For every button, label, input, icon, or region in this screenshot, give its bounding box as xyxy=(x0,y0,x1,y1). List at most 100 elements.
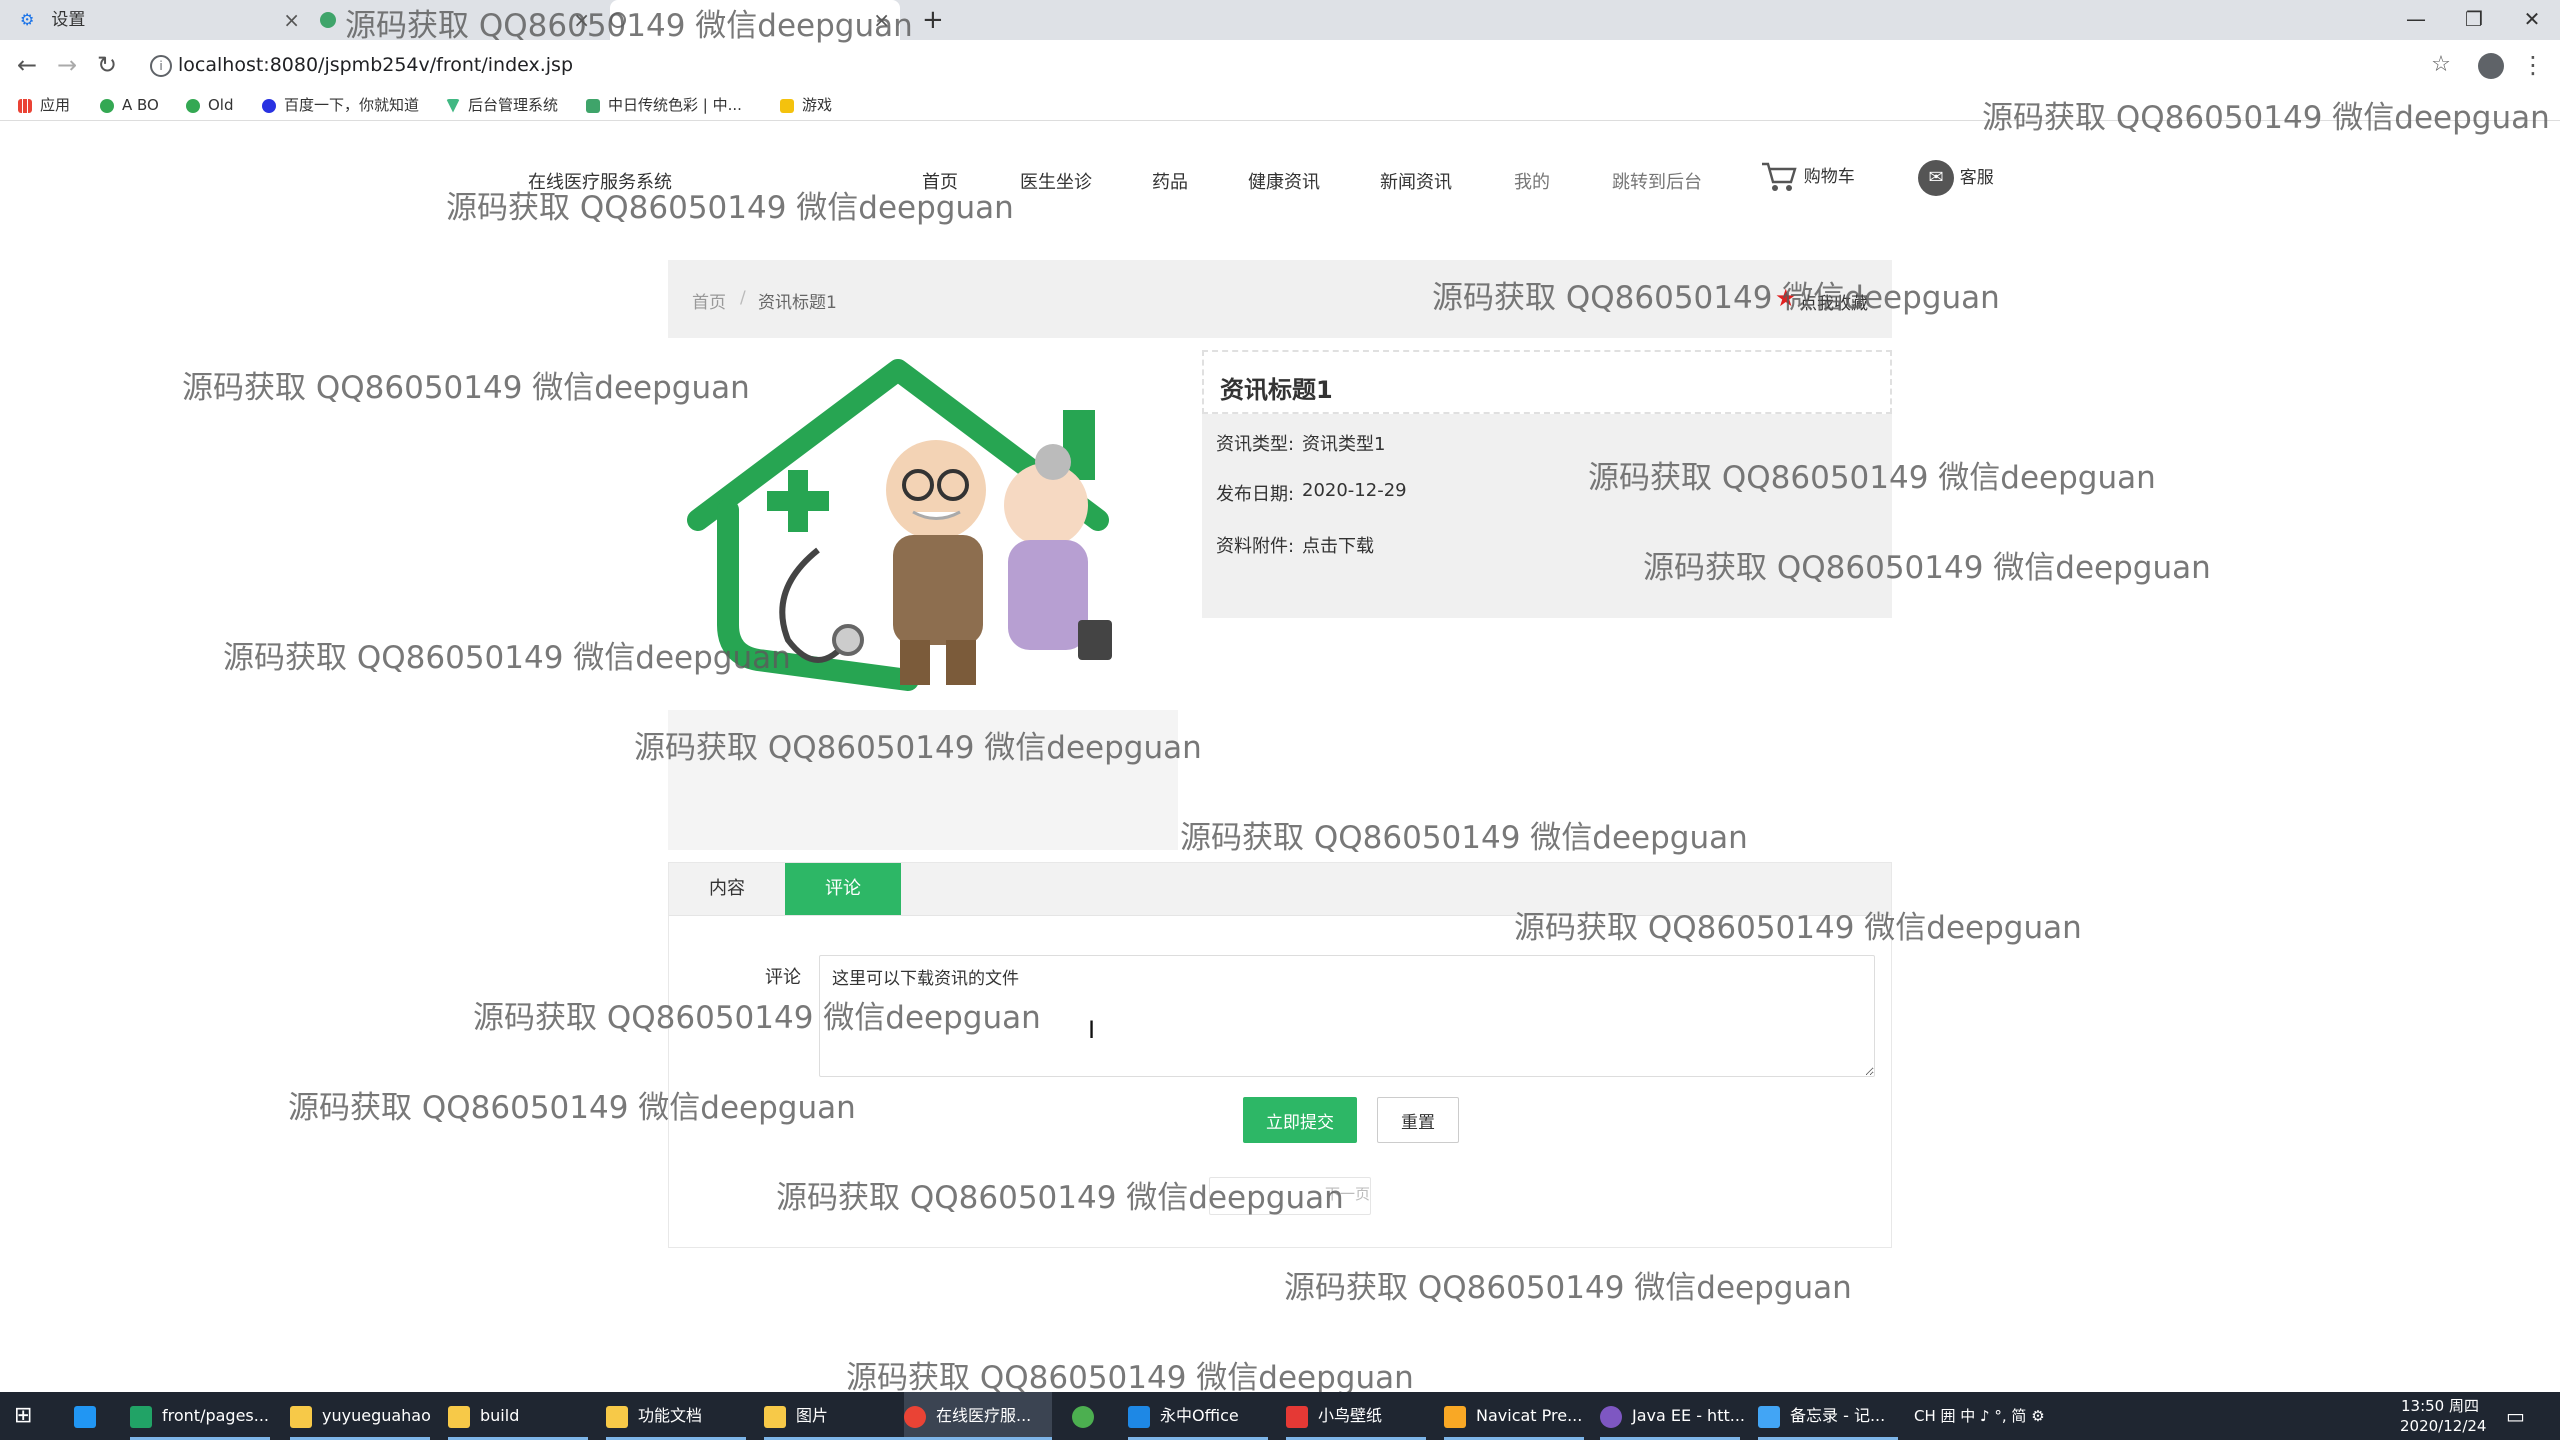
breadcrumb-home[interactable]: 首页 xyxy=(692,288,726,313)
taskbar-item[interactable] xyxy=(1072,1392,1102,1440)
taskbar-item[interactable]: yuyueguahao xyxy=(290,1392,431,1440)
leaf-icon xyxy=(186,98,200,113)
site-logo-text[interactable]: 在线医疗服务系统 xyxy=(528,168,672,194)
hbuilder-icon xyxy=(130,1405,152,1428)
taskbar-item[interactable]: 小鸟壁纸 xyxy=(1286,1392,1426,1440)
bookmark-admin[interactable]: 后台管理系统 xyxy=(446,90,558,120)
tab-content[interactable]: 内容 xyxy=(669,863,785,915)
cart-label: 购物车 xyxy=(1803,167,1855,187)
nav-medicine[interactable]: 药品 xyxy=(1152,168,1188,194)
nav-mine[interactable]: 我的 xyxy=(1514,168,1550,194)
bookmark-baidu[interactable]: 百度一下，你就知道 xyxy=(262,90,419,120)
article-image xyxy=(668,350,1178,710)
notification-icon[interactable]: ▭ xyxy=(2506,1392,2542,1440)
forward-icon[interactable]: → xyxy=(50,48,84,82)
article-title: 资讯标题1 xyxy=(1220,376,1333,404)
chrome-icon xyxy=(904,1405,926,1428)
profile-icon[interactable] xyxy=(2474,48,2508,82)
system-tray[interactable]: CH 囲 中 ♪ °, 简 ⚙ xyxy=(1914,1392,2045,1440)
bookmarks-bar: 应用 A BO Old 百度一下，你就知道 后台管理系统 中日传统色彩 | 中.… xyxy=(0,90,2560,121)
taskbar-item[interactable]: build xyxy=(448,1392,588,1440)
clock-date: 2020/12/24 xyxy=(2400,1417,2487,1435)
type-label: 资讯类型: xyxy=(1216,434,1295,455)
address-bar[interactable]: i localhost:8080/jspmb254v/front/index.j… xyxy=(140,46,2450,84)
nav-admin[interactable]: 跳转到后台 xyxy=(1612,168,1702,194)
watermark: 源码获取 QQ86050149 微信deepguan xyxy=(182,370,750,406)
green-leaf-icon xyxy=(320,12,336,28)
article-info-panel: 资讯标题1 资讯类型: 资讯类型1 发布日期: 2020-12-29 资料附件:… xyxy=(1202,350,1892,618)
new-tab-button[interactable]: + xyxy=(922,0,944,40)
taskbar-item[interactable]: Java EE - htt... xyxy=(1600,1392,1745,1440)
attachment-label: 资料附件: xyxy=(1216,536,1295,557)
bookmark-games[interactable]: 游戏 xyxy=(780,90,832,120)
type-value: 资讯类型1 xyxy=(1302,434,1386,455)
health-home-illustration xyxy=(687,359,1112,691)
close-icon[interactable]: × xyxy=(573,0,590,40)
gear-icon: ⚙ xyxy=(20,10,35,29)
taskbar-item[interactable]: Navicat Pre... xyxy=(1444,1392,1584,1440)
tab-active[interactable]: × xyxy=(610,0,900,40)
close-window-button[interactable]: ✕ xyxy=(2504,0,2560,40)
bookmark-apps[interactable]: 应用 xyxy=(18,90,70,120)
nav-doctor[interactable]: 医生坐诊 xyxy=(1020,168,1092,194)
bookmark-a-bo[interactable]: A BO xyxy=(100,90,159,120)
comment-textarea[interactable]: 这里可以下载资讯的文件 xyxy=(819,955,1875,1077)
info-icon[interactable]: i xyxy=(150,55,172,77)
cart-icon xyxy=(1762,162,1797,191)
maximize-button[interactable]: ❐ xyxy=(2446,0,2502,40)
watermark: 源码获取 QQ86050149 微信deepguan xyxy=(1284,1270,1852,1306)
close-icon[interactable]: × xyxy=(873,0,890,40)
nav-service[interactable]: ✉ 客服 xyxy=(1918,160,1994,196)
close-icon[interactable]: × xyxy=(283,0,300,40)
text-cursor-icon: I xyxy=(1088,1016,1096,1044)
leaf-icon xyxy=(100,98,114,113)
tab-settings[interactable]: ⚙ 设置 × xyxy=(20,0,310,40)
taskbar-item[interactable]: 永中Office xyxy=(1128,1392,1268,1440)
star-icon[interactable]: ★ xyxy=(1775,284,1797,312)
color-palette-icon xyxy=(586,98,600,113)
tabs-header: 内容 评论 xyxy=(669,863,1891,916)
watermark: 源码获取 QQ86050149 微信deepguan xyxy=(846,1360,1414,1396)
tab-comment[interactable]: 评论 xyxy=(785,863,901,915)
bookmark-old[interactable]: Old xyxy=(186,90,234,120)
address-bar-row: ← → ↻ i localhost:8080/jspmb254v/front/i… xyxy=(0,40,2560,91)
windows-start-icon[interactable]: ⊞ xyxy=(14,1392,46,1440)
url-text[interactable]: localhost:8080/jspmb254v/front/index.jsp xyxy=(178,46,573,84)
bird-icon xyxy=(1286,1405,1308,1428)
date-value: 2020-12-29 xyxy=(1302,480,1407,501)
back-icon[interactable]: ← xyxy=(10,48,44,82)
app-shortcut-icon[interactable] xyxy=(74,1392,110,1440)
taskbar-item[interactable]: front/pages... xyxy=(130,1392,270,1440)
nav-home[interactable]: 首页 xyxy=(922,168,958,194)
next-page-button[interactable]: 下一页 xyxy=(1325,1183,1370,1204)
favorite-button[interactable]: 点我收藏 xyxy=(1800,289,1868,314)
notepad-icon xyxy=(1758,1405,1780,1428)
menu-icon[interactable]: ⋮ xyxy=(2516,48,2550,82)
article-title-box: 资讯标题1 xyxy=(1202,350,1892,414)
taskbar-item[interactable]: 在线医疗服... xyxy=(904,1392,1052,1440)
app-icon xyxy=(1072,1405,1094,1428)
page-icon xyxy=(610,12,626,28)
tab-item[interactable]: × xyxy=(320,0,600,40)
taskbar-item[interactable]: 图片 xyxy=(764,1392,904,1440)
date-label: 发布日期: xyxy=(1216,484,1295,505)
taskbar-item[interactable]: 备忘录 - 记... xyxy=(1758,1392,1898,1440)
submit-button[interactable]: 立即提交 xyxy=(1243,1097,1357,1143)
bookmark-colors[interactable]: 中日传统色彩 | 中... xyxy=(586,90,742,120)
taskbar-item[interactable]: 功能文档 xyxy=(606,1392,746,1440)
nav-health-info[interactable]: 健康资讯 xyxy=(1248,168,1320,194)
nav-news[interactable]: 新闻资讯 xyxy=(1380,168,1452,194)
nav-cart[interactable]: 购物车 xyxy=(1760,160,1855,194)
eclipse-icon xyxy=(1600,1405,1622,1428)
reset-button[interactable]: 重置 xyxy=(1377,1097,1459,1143)
folder-icon xyxy=(290,1405,312,1428)
reload-icon[interactable]: ↻ xyxy=(90,48,124,82)
folder-icon xyxy=(764,1405,786,1428)
bookmark-star-icon[interactable]: ☆ xyxy=(2424,48,2458,82)
image-panel xyxy=(668,350,1178,850)
minimize-button[interactable]: — xyxy=(2388,0,2444,40)
breadcrumb-current: 资讯标题1 xyxy=(758,293,837,313)
download-link[interactable]: 点击下载 xyxy=(1302,532,1374,558)
navicat-icon xyxy=(1444,1405,1466,1428)
clock[interactable]: 13:50 周四 2020/12/24 xyxy=(2400,1396,2487,1436)
